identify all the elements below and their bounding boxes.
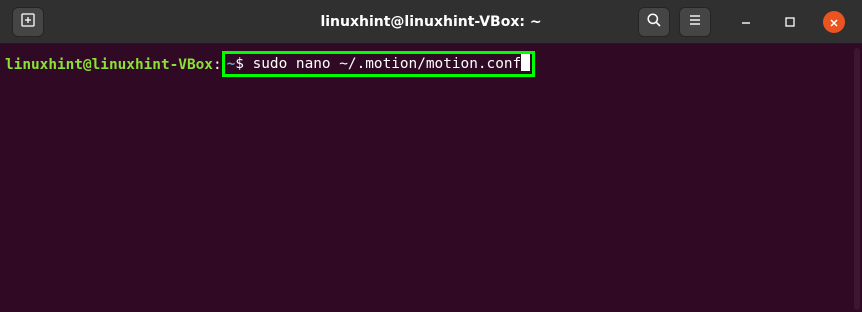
minimize-button[interactable]: [735, 11, 757, 33]
prompt-symbol: $: [235, 56, 253, 72]
prompt-line: linuxhint@linuxhint-VBox: ~$ sudo nano ~/…: [5, 51, 536, 78]
search-button[interactable]: [638, 7, 670, 37]
text-cursor: [521, 54, 531, 71]
menu-button[interactable]: [679, 7, 711, 37]
maximize-button[interactable]: [779, 11, 801, 33]
title-bar: linuxhint@linuxhint-VBox: ~: [0, 0, 862, 44]
terminal-area[interactable]: linuxhint@linuxhint-VBox: ~$ sudo nano ~/…: [0, 44, 862, 312]
close-icon: [829, 13, 839, 32]
maximize-icon: [784, 13, 796, 32]
minimize-icon: [740, 13, 752, 32]
search-icon: [646, 12, 662, 32]
highlighted-command: ~$ sudo nano ~/.motion/motion.conf: [221, 51, 536, 77]
prompt-path: ~: [226, 56, 236, 72]
close-button[interactable]: [823, 11, 845, 33]
scrollbar[interactable]: [854, 48, 860, 310]
command-text: sudo nano ~/.motion/motion.conf: [252, 56, 522, 72]
window-title: linuxhint@linuxhint-VBox: ~: [320, 14, 542, 30]
terminal-window: linuxhint@linuxhint-VBox: ~ linuxhint@li…: [0, 0, 862, 312]
prompt-user: linuxhint@linuxhint-VBox: [5, 57, 213, 73]
prompt-colon: :: [212, 57, 222, 73]
hamburger-menu-icon: [687, 12, 703, 32]
